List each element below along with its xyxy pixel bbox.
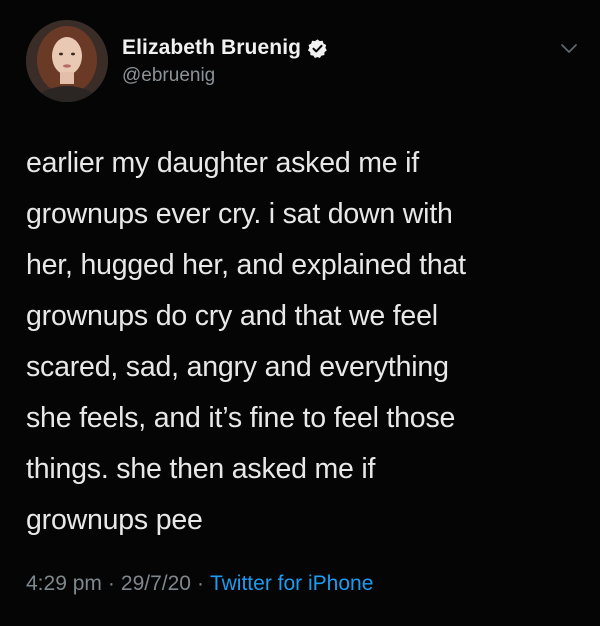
- tweet-time[interactable]: 4:29 pm: [26, 572, 102, 596]
- verified-badge-icon: [307, 38, 328, 59]
- author-names: Elizabeth Bruenig @ebruenig: [122, 34, 328, 87]
- avatar[interactable]: [26, 20, 108, 102]
- chevron-down-icon[interactable]: [560, 42, 578, 54]
- tweet-card: Elizabeth Bruenig @ebruenig earlier my d…: [0, 0, 600, 626]
- tweet-text: earlier my daughter asked me if grownups…: [26, 147, 466, 536]
- tweet-source-link[interactable]: Twitter for iPhone: [210, 572, 373, 596]
- tweet-header: Elizabeth Bruenig @ebruenig: [26, 20, 586, 104]
- display-name[interactable]: Elizabeth Bruenig: [122, 36, 301, 60]
- meta-separator: ·: [196, 572, 204, 595]
- display-name-row: Elizabeth Bruenig: [122, 34, 328, 62]
- meta-separator: ·: [107, 572, 115, 595]
- tweet-date[interactable]: 29/7/20: [121, 572, 191, 596]
- tweet-meta: 4:29 pm · 29/7/20 · Twitter for iPhone: [26, 572, 373, 596]
- handle[interactable]: @ebruenig: [122, 65, 328, 87]
- avatar-image: [26, 20, 108, 102]
